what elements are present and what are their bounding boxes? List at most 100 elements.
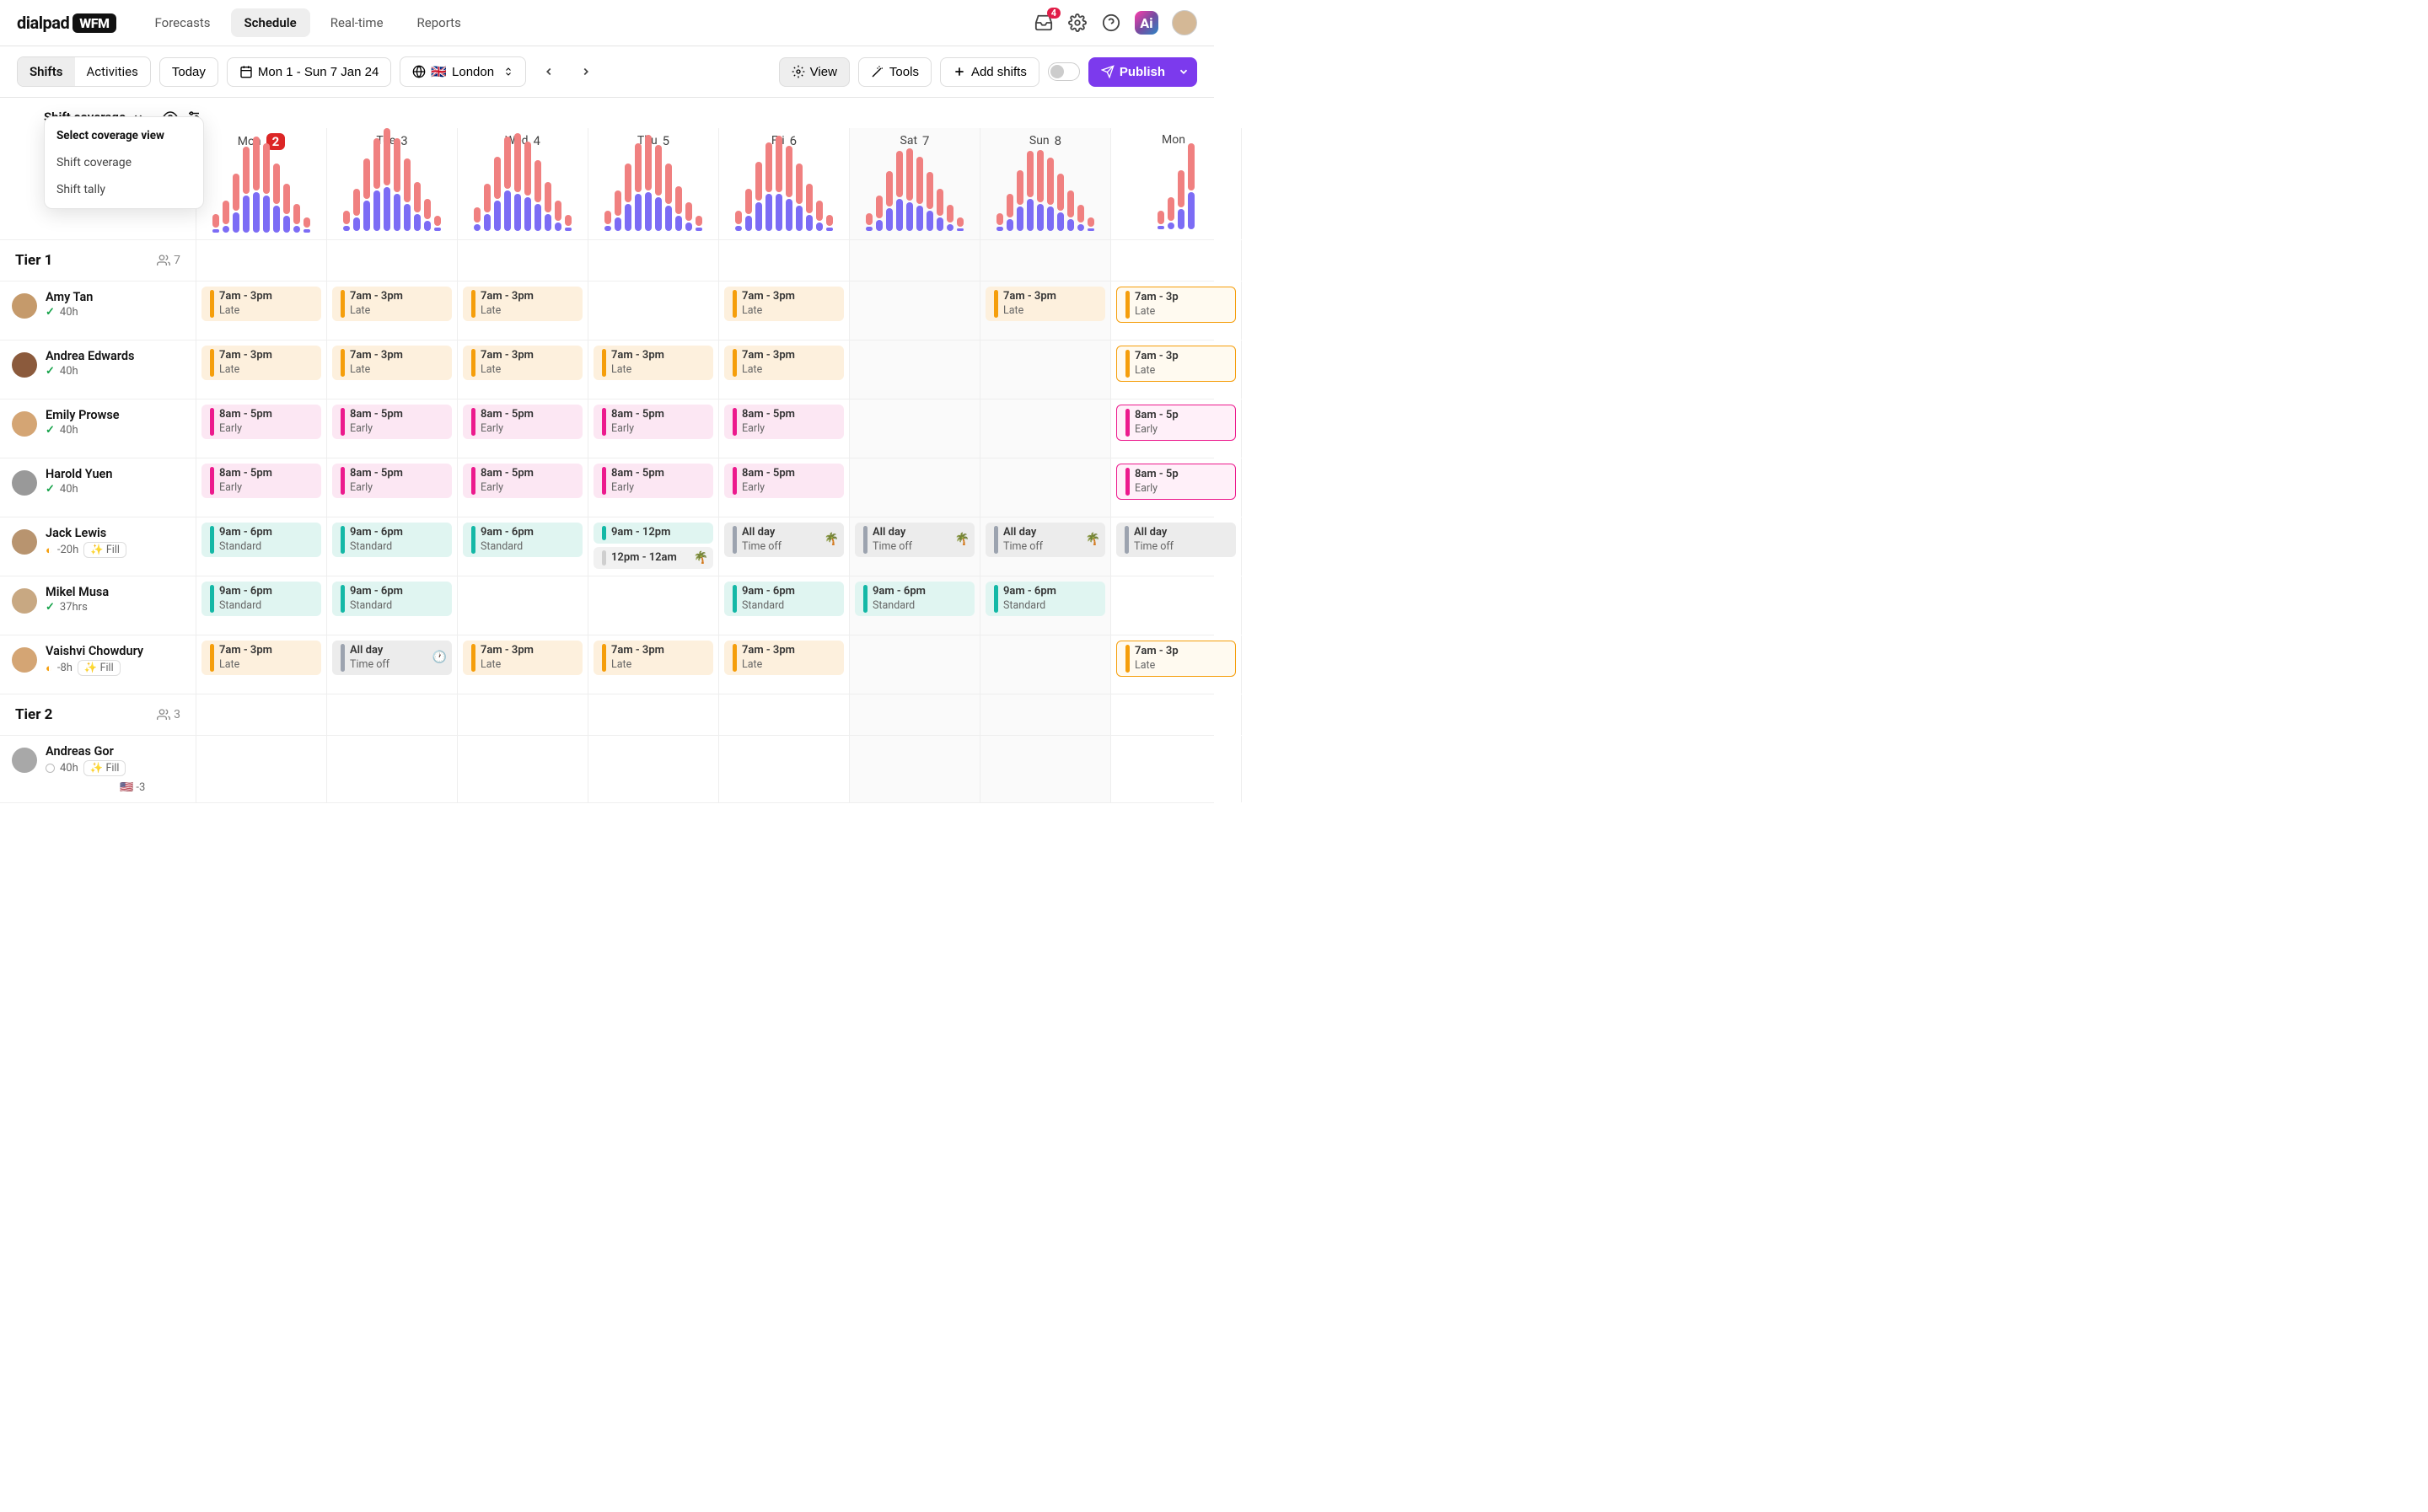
schedule-cell[interactable] — [1111, 736, 1242, 802]
schedule-cell[interactable]: 7am - 3pLate — [1111, 635, 1242, 694]
agent-cell[interactable]: Andrea Edwards ✓40h — [0, 340, 196, 399]
schedule-cell[interactable]: 9am - 6pmStandard — [850, 576, 980, 635]
shift-block[interactable]: 7am - 3pLate — [1116, 287, 1236, 323]
schedule-cell[interactable] — [980, 635, 1111, 694]
schedule-cell[interactable]: 7am - 3pLate — [1111, 340, 1242, 399]
shift-block[interactable]: 7am - 3pmLate — [724, 641, 844, 675]
schedule-cell[interactable]: 7am - 3pmLate — [458, 281, 588, 340]
dropdown-item-shift-coverage[interactable]: Shift coverage — [45, 149, 203, 176]
schedule-cell[interactable] — [327, 736, 458, 802]
schedule-cell[interactable]: 8am - 5pmEarly — [327, 458, 458, 517]
tools-button[interactable]: Tools — [858, 57, 932, 87]
schedule-cell[interactable]: 9am - 6pmStandard — [980, 576, 1111, 635]
schedule-cell[interactable]: 9am - 6pmStandard — [458, 517, 588, 576]
shift-block[interactable]: All dayTime off🌴 — [724, 523, 844, 557]
draft-toggle[interactable] — [1048, 62, 1080, 81]
ai-assistant-icon[interactable]: Ai — [1135, 11, 1158, 35]
schedule-cell[interactable]: 7am - 3pmLate — [196, 281, 327, 340]
shift-block[interactable]: 9am - 6pmStandard — [463, 523, 583, 557]
dropdown-item-shift-tally[interactable]: Shift tally — [45, 176, 203, 203]
schedule-cell[interactable]: 7am - 3pmLate — [719, 635, 850, 694]
shift-block[interactable]: 8am - 5pmEarly — [724, 464, 844, 498]
add-shifts-button[interactable]: Add shifts — [940, 57, 1039, 87]
shift-block[interactable]: 8am - 5pmEarly — [724, 405, 844, 439]
schedule-cell[interactable] — [458, 576, 588, 635]
schedule-cell[interactable]: 9am - 6pmStandard — [327, 576, 458, 635]
shift-block[interactable]: 8am - 5pmEarly — [594, 405, 713, 439]
date-range-picker[interactable]: Mon 1 - Sun 7 Jan 24 — [227, 57, 391, 87]
shift-block[interactable]: 9am - 12pm — [594, 523, 713, 544]
schedule-cell[interactable] — [1111, 576, 1242, 635]
today-button[interactable]: Today — [159, 57, 218, 87]
schedule-cell[interactable] — [850, 281, 980, 340]
shift-block[interactable]: 12pm - 12am🌴 — [594, 547, 713, 569]
shift-block[interactable]: 7am - 3pmLate — [332, 287, 452, 321]
schedule-cell[interactable]: 8am - 5pmEarly — [719, 399, 850, 458]
shift-block[interactable]: All dayTime off🕐 — [332, 641, 452, 675]
shift-block[interactable]: 8am - 5pEarly — [1116, 405, 1236, 441]
schedule-cell[interactable]: 9am - 6pmStandard — [196, 517, 327, 576]
schedule-cell[interactable]: 8am - 5pEarly — [1111, 399, 1242, 458]
shift-block[interactable]: 8am - 5pmEarly — [594, 464, 713, 498]
schedule-cell[interactable]: 7am - 3pmLate — [327, 281, 458, 340]
schedule-cell[interactable] — [196, 736, 327, 802]
shift-block[interactable]: All dayTime off🌴 — [855, 523, 975, 557]
schedule-cell[interactable]: 7am - 3pmLate — [980, 281, 1111, 340]
schedule-cell[interactable] — [980, 458, 1111, 517]
publish-dropdown-button[interactable] — [1170, 57, 1197, 87]
shift-block[interactable]: 7am - 3pmLate — [986, 287, 1105, 321]
nav-tab-forecasts[interactable]: Forecasts — [142, 8, 224, 37]
shift-block[interactable]: All dayTime off — [1116, 523, 1236, 557]
schedule-cell[interactable]: 7am - 3pmLate — [588, 635, 719, 694]
schedule-cell[interactable] — [980, 399, 1111, 458]
nav-tab-schedule[interactable]: Schedule — [231, 8, 310, 37]
schedule-cell[interactable]: All dayTime off🌴 — [980, 517, 1111, 576]
shift-block[interactable]: 8am - 5pmEarly — [463, 405, 583, 439]
schedule-cell[interactable] — [850, 635, 980, 694]
user-avatar[interactable] — [1172, 10, 1197, 35]
fill-button[interactable]: ✨ Fill — [83, 542, 126, 558]
agent-cell[interactable]: Amy Tan ✓40h — [0, 281, 196, 340]
schedule-cell[interactable]: 7am - 3pmLate — [458, 340, 588, 399]
schedule-cell[interactable]: 8am - 5pmEarly — [196, 458, 327, 517]
schedule-cell[interactable]: 8am - 5pmEarly — [719, 458, 850, 517]
agent-cell[interactable]: Jack Lewis ◐-20h✨ Fill — [0, 517, 196, 576]
shift-block[interactable]: 8am - 5pmEarly — [201, 405, 321, 439]
segment-shifts[interactable]: Shifts — [18, 57, 75, 86]
schedule-cell[interactable]: 9am - 6pmStandard — [327, 517, 458, 576]
shift-block[interactable]: 7am - 3pmLate — [463, 346, 583, 380]
shift-block[interactable]: 9am - 6pmStandard — [986, 582, 1105, 616]
shift-block[interactable]: 9am - 6pmStandard — [201, 582, 321, 616]
shift-block[interactable]: 7am - 3pLate — [1116, 346, 1236, 382]
shift-block[interactable]: 9am - 6pmStandard — [724, 582, 844, 616]
schedule-cell[interactable]: 9am - 6pmStandard — [196, 576, 327, 635]
schedule-cell[interactable]: All dayTime off🌴 — [719, 517, 850, 576]
help-icon[interactable] — [1101, 13, 1121, 33]
schedule-cell[interactable] — [588, 576, 719, 635]
schedule-cell[interactable] — [850, 458, 980, 517]
schedule-cell[interactable]: 8am - 5pmEarly — [458, 399, 588, 458]
shift-block[interactable]: 7am - 3pmLate — [594, 346, 713, 380]
shift-block[interactable]: 8am - 5pmEarly — [201, 464, 321, 498]
shift-block[interactable]: 7am - 3pmLate — [201, 287, 321, 321]
view-button[interactable]: View — [779, 57, 850, 87]
next-week-button[interactable] — [572, 61, 600, 83]
schedule-cell[interactable]: 8am - 5pmEarly — [588, 399, 719, 458]
prev-week-button[interactable] — [534, 61, 563, 83]
shift-block[interactable]: 8am - 5pEarly — [1116, 464, 1236, 500]
publish-button[interactable]: Publish — [1088, 57, 1178, 87]
schedule-cell[interactable]: 7am - 3pmLate — [719, 281, 850, 340]
segment-activities[interactable]: Activities — [75, 57, 150, 86]
schedule-cell[interactable]: 7am - 3pmLate — [588, 340, 719, 399]
schedule-cell[interactable]: 9am - 12pm 12pm - 12am🌴 — [588, 517, 719, 576]
shift-block[interactable]: 9am - 6pmStandard — [201, 523, 321, 557]
shift-block[interactable]: All dayTime off🌴 — [986, 523, 1105, 557]
schedule-cell[interactable] — [458, 736, 588, 802]
schedule-cell[interactable] — [850, 736, 980, 802]
fill-button[interactable]: ✨ Fill — [78, 660, 121, 676]
settings-gear-icon[interactable] — [1067, 13, 1088, 33]
schedule-cell[interactable]: 7am - 3pLate — [1111, 281, 1242, 340]
shift-block[interactable]: 7am - 3pmLate — [724, 287, 844, 321]
schedule-cell[interactable]: All dayTime off🕐 — [327, 635, 458, 694]
schedule-cell[interactable] — [850, 399, 980, 458]
